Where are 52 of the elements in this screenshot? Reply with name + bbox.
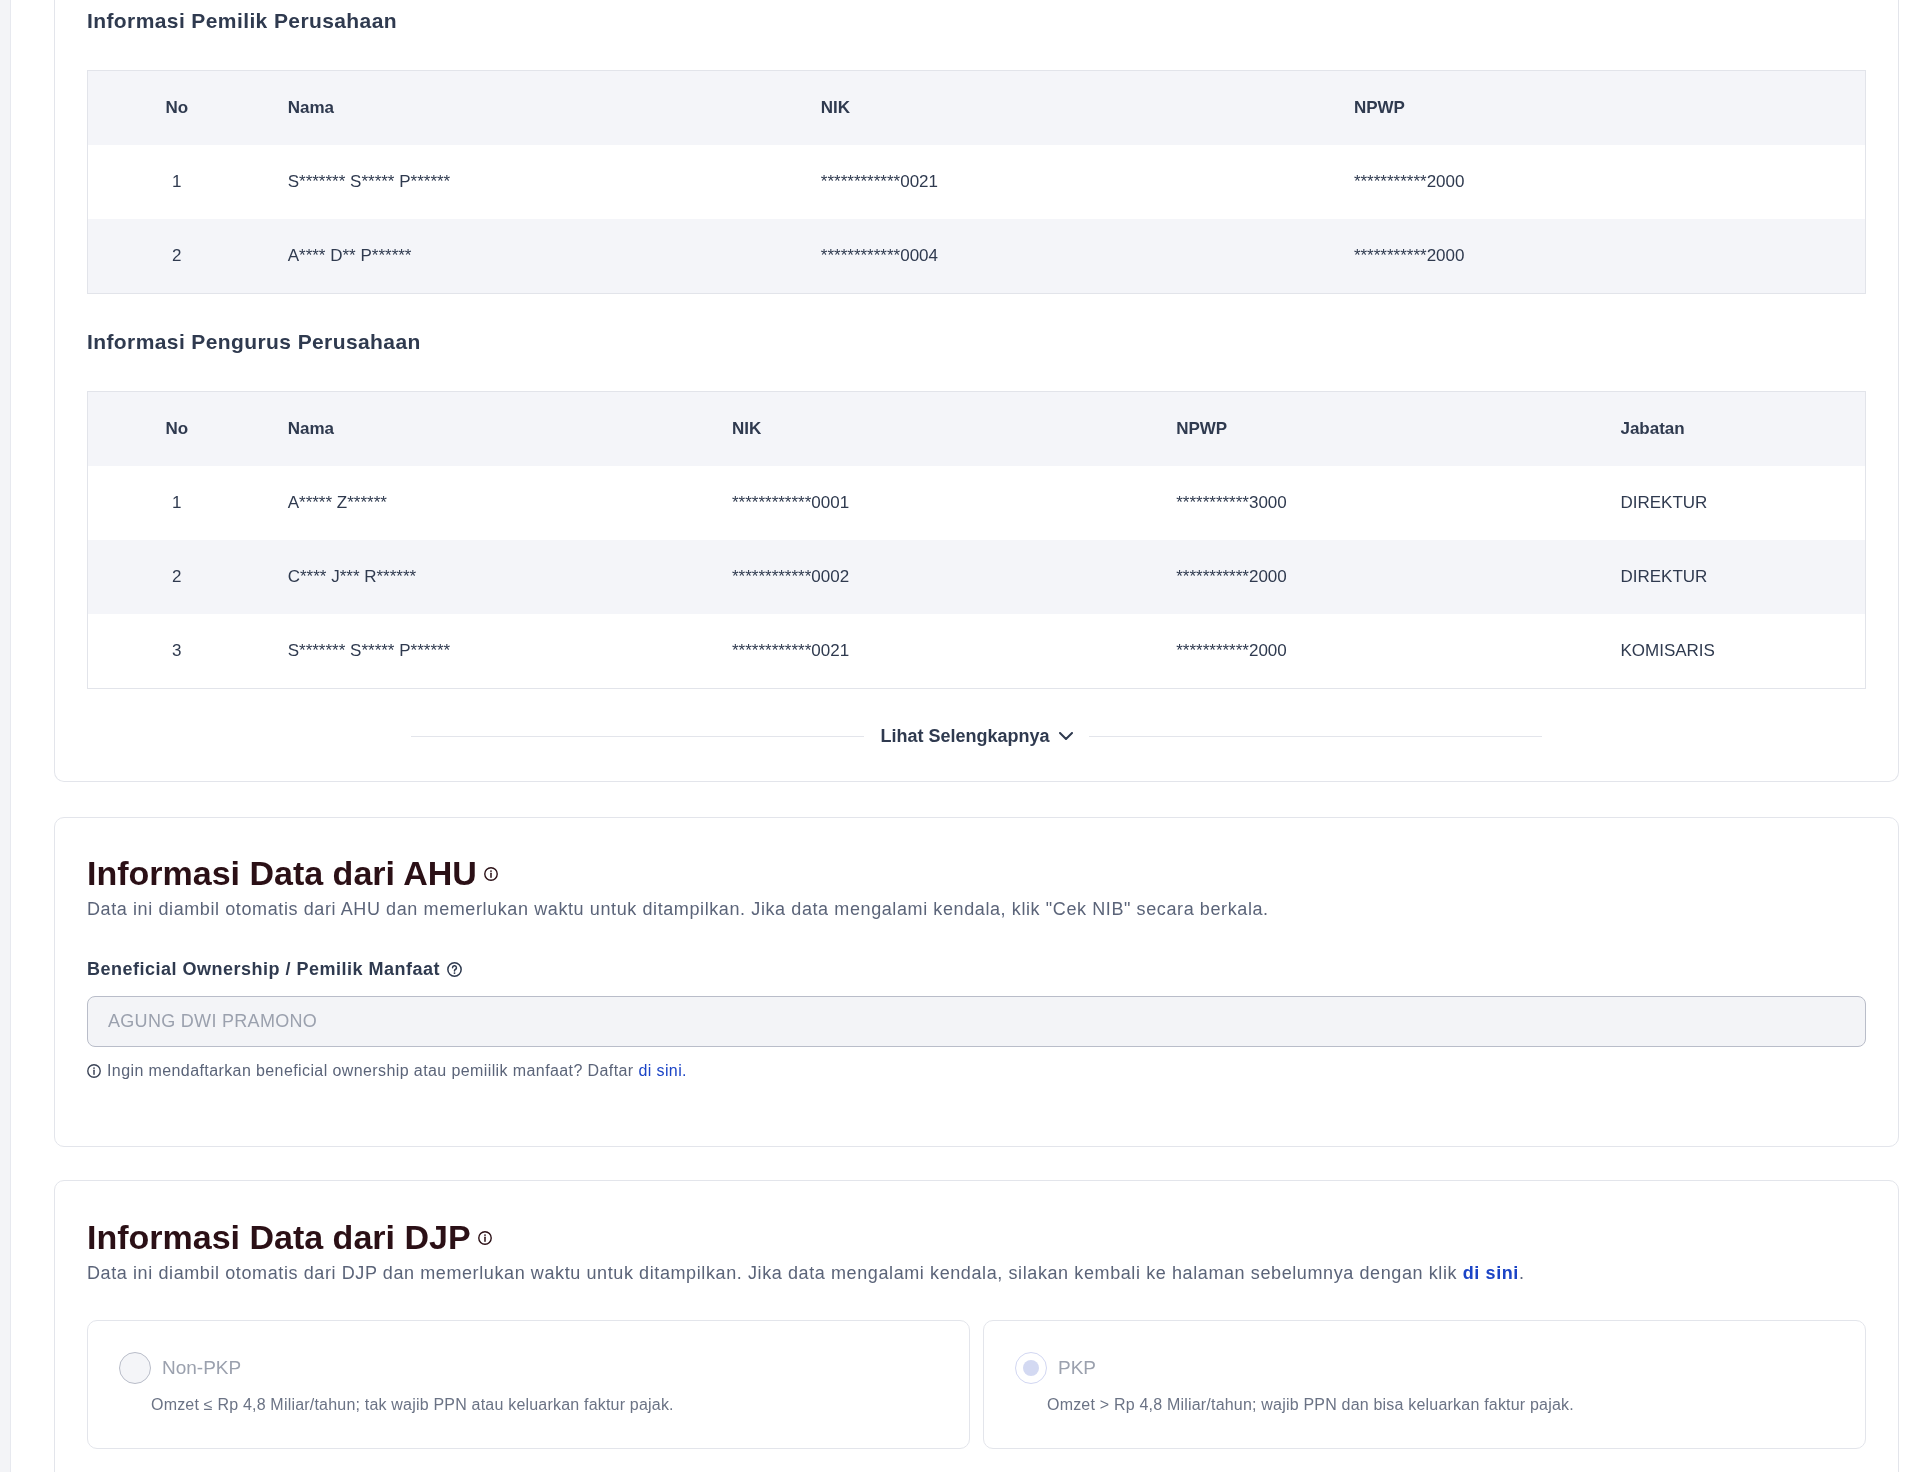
table-cell-text: ************0021 [819, 171, 939, 193]
section-title: Informasi Pengurus Perusahaan [87, 329, 422, 355]
column-header: No [165, 418, 189, 440]
table-cell-text: S******* S***** P****** [286, 171, 452, 193]
table-cell-text: DIREKTUR [1619, 566, 1709, 588]
info-icon[interactable] [483, 867, 498, 881]
table-cell-text: ***********2000 [1175, 566, 1288, 588]
show-more-button[interactable]: Lihat Selengkapnya [878, 725, 1075, 747]
column-header: Nama [286, 418, 335, 440]
help-icon[interactable] [447, 961, 463, 977]
column-header: NPWP [1175, 418, 1229, 440]
back-link[interactable]: di sini [1462, 1263, 1519, 1283]
table-cell: 1 [172, 171, 182, 193]
register-link[interactable]: di sini. [638, 1062, 687, 1079]
option-label: PKP [1058, 1356, 1097, 1380]
table-cell-text: A**** D** P****** [286, 245, 413, 267]
table-cell-text: ************0002 [730, 566, 851, 588]
table-cell-text: ***********2000 [1175, 640, 1288, 662]
section-heading: Informasi Data dari AHU [87, 853, 477, 893]
section-heading: Informasi Data dari DJP [87, 1217, 471, 1257]
table-cell-text: ************0021 [730, 640, 851, 662]
column-header: NIK [730, 418, 763, 440]
column-header: Nama [286, 97, 335, 119]
column-header: No [165, 97, 189, 119]
table-cell-text: ***********2000 [1352, 171, 1466, 193]
table-cell-text: ************0001 [730, 492, 851, 514]
table-cell: 2 [172, 245, 182, 267]
chevron-down-icon [1058, 732, 1073, 740]
table-cell-text: A***** Z****** [286, 492, 388, 514]
column-header: Jabatan [1619, 418, 1686, 440]
table-cell-text: ***********2000 [1352, 245, 1466, 267]
section-description: Data ini diambil otomatis dari DJP dan memerlukan waktu untuk ditampilkan. Jika data mengalami kendala, silakan kembali ke halaman sebelumnya dengan klik di sini. [87, 1262, 1526, 1285]
field-label: Beneficial Ownership / Pemilik Manfaat [87, 958, 441, 980]
table-cell: 1 [172, 492, 182, 514]
info-icon[interactable] [477, 1231, 492, 1245]
option-description: Omzet ≤ Rp 4,8 Miliar/tahun; tak wajib PPN atau keluarkan faktur pajak. [151, 1395, 675, 1415]
help-text: Ingin mendaftarkan beneficial ownership atau pemiilik manfaat? Daftar di sini. [107, 1061, 687, 1081]
option-description: Omzet > Rp 4,8 Miliar/tahun; wajib PPN dan bisa keluarkan faktur pajak. [1047, 1395, 1575, 1415]
table-cell-text: KOMISARIS [1619, 640, 1716, 662]
table-cell: 2 [172, 566, 182, 588]
table-cell-text: ***********3000 [1175, 492, 1288, 514]
section-description: Data ini diambil otomatis dari AHU dan memerlukan waktu untuk ditampilkan. Jika data mengalami kendala, klik "Cek NIB" secara berkala. [87, 898, 1270, 921]
column-header: NIK [819, 97, 852, 119]
column-header: NPWP [1352, 97, 1406, 119]
option-label: Non-PKP [162, 1356, 242, 1380]
table-cell-text: S******* S***** P****** [286, 640, 452, 662]
table-cell-text: C**** J*** R****** [286, 566, 418, 588]
table-cell-text: DIREKTUR [1619, 492, 1709, 514]
table-cell: 3 [172, 640, 182, 662]
info-icon [87, 1064, 101, 1078]
table-cell-text: ************0004 [819, 245, 939, 267]
section-title: Informasi Pemilik Perusahaan [87, 8, 398, 34]
